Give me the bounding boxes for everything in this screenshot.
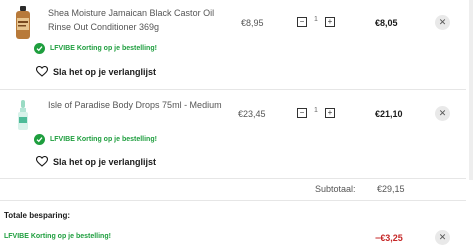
close-icon: ✕: [438, 232, 447, 242]
product-name[interactable]: Shea Moisture Jamaican Black Castor Oil …: [48, 6, 223, 34]
check-circle-icon: [34, 43, 45, 54]
add-to-wishlist-link[interactable]: Sla het op je verlanglijst: [36, 156, 156, 167]
decrease-quantity-button[interactable]: −: [297, 17, 307, 27]
close-icon: ✕: [438, 17, 447, 27]
divider: [0, 200, 466, 201]
line-total: €21,10: [375, 109, 403, 119]
discount-notice: LFVIBE Korting op je bestelling!: [34, 43, 157, 54]
product-image-isle-of-paradise[interactable]: [14, 100, 32, 137]
quantity-value[interactable]: 1: [307, 107, 325, 114]
wishlist-label: Sla het op je verlanglijst: [53, 156, 157, 167]
wishlist-label: Sla het op je verlanglijst: [53, 66, 157, 77]
quantity-value[interactable]: 1: [307, 16, 325, 23]
divider: [0, 178, 466, 179]
savings-value: −€3,25: [375, 233, 403, 243]
decrease-quantity-button[interactable]: −: [297, 108, 307, 118]
dropper-bottle-image: [18, 100, 28, 130]
unit-price: €23,45: [238, 109, 266, 119]
subtotal-value: €29,15: [377, 184, 405, 194]
savings-title: Totale besparing:: [4, 211, 71, 220]
remove-item-button[interactable]: ✕: [435, 106, 450, 121]
remove-discount-button[interactable]: ✕: [435, 230, 450, 245]
scrollbar[interactable]: [469, 0, 473, 180]
product-image-shea-moisture[interactable]: [14, 6, 32, 45]
discount-text: LFVIBE Korting op je bestelling!: [50, 45, 157, 52]
product-name[interactable]: Isle of Paradise Body Drops 75ml - Mediu…: [48, 98, 223, 112]
unit-price: €8,95: [241, 18, 264, 28]
heart-outline-icon: [36, 66, 48, 77]
quantity-stepper: − 1 +: [297, 107, 335, 118]
discount-text: LFVIBE Korting op je bestelling!: [50, 136, 157, 143]
quantity-stepper: − 1 +: [297, 16, 335, 27]
increase-quantity-button[interactable]: +: [325, 108, 335, 118]
check-circle-icon: [34, 134, 45, 145]
subtotal-label: Subtotaal:: [315, 184, 356, 194]
close-icon: ✕: [438, 108, 447, 118]
discount-notice: LFVIBE Korting op je bestelling!: [34, 134, 157, 145]
increase-quantity-button[interactable]: +: [325, 17, 335, 27]
bottle-image: [16, 6, 30, 39]
savings-label: LFVIBE Korting op je bestelling!: [4, 233, 111, 240]
divider: [0, 89, 466, 90]
line-total: €8,05: [375, 18, 398, 28]
remove-item-button[interactable]: ✕: [435, 15, 450, 30]
heart-outline-icon: [36, 156, 48, 167]
add-to-wishlist-link[interactable]: Sla het op je verlanglijst: [36, 66, 156, 77]
